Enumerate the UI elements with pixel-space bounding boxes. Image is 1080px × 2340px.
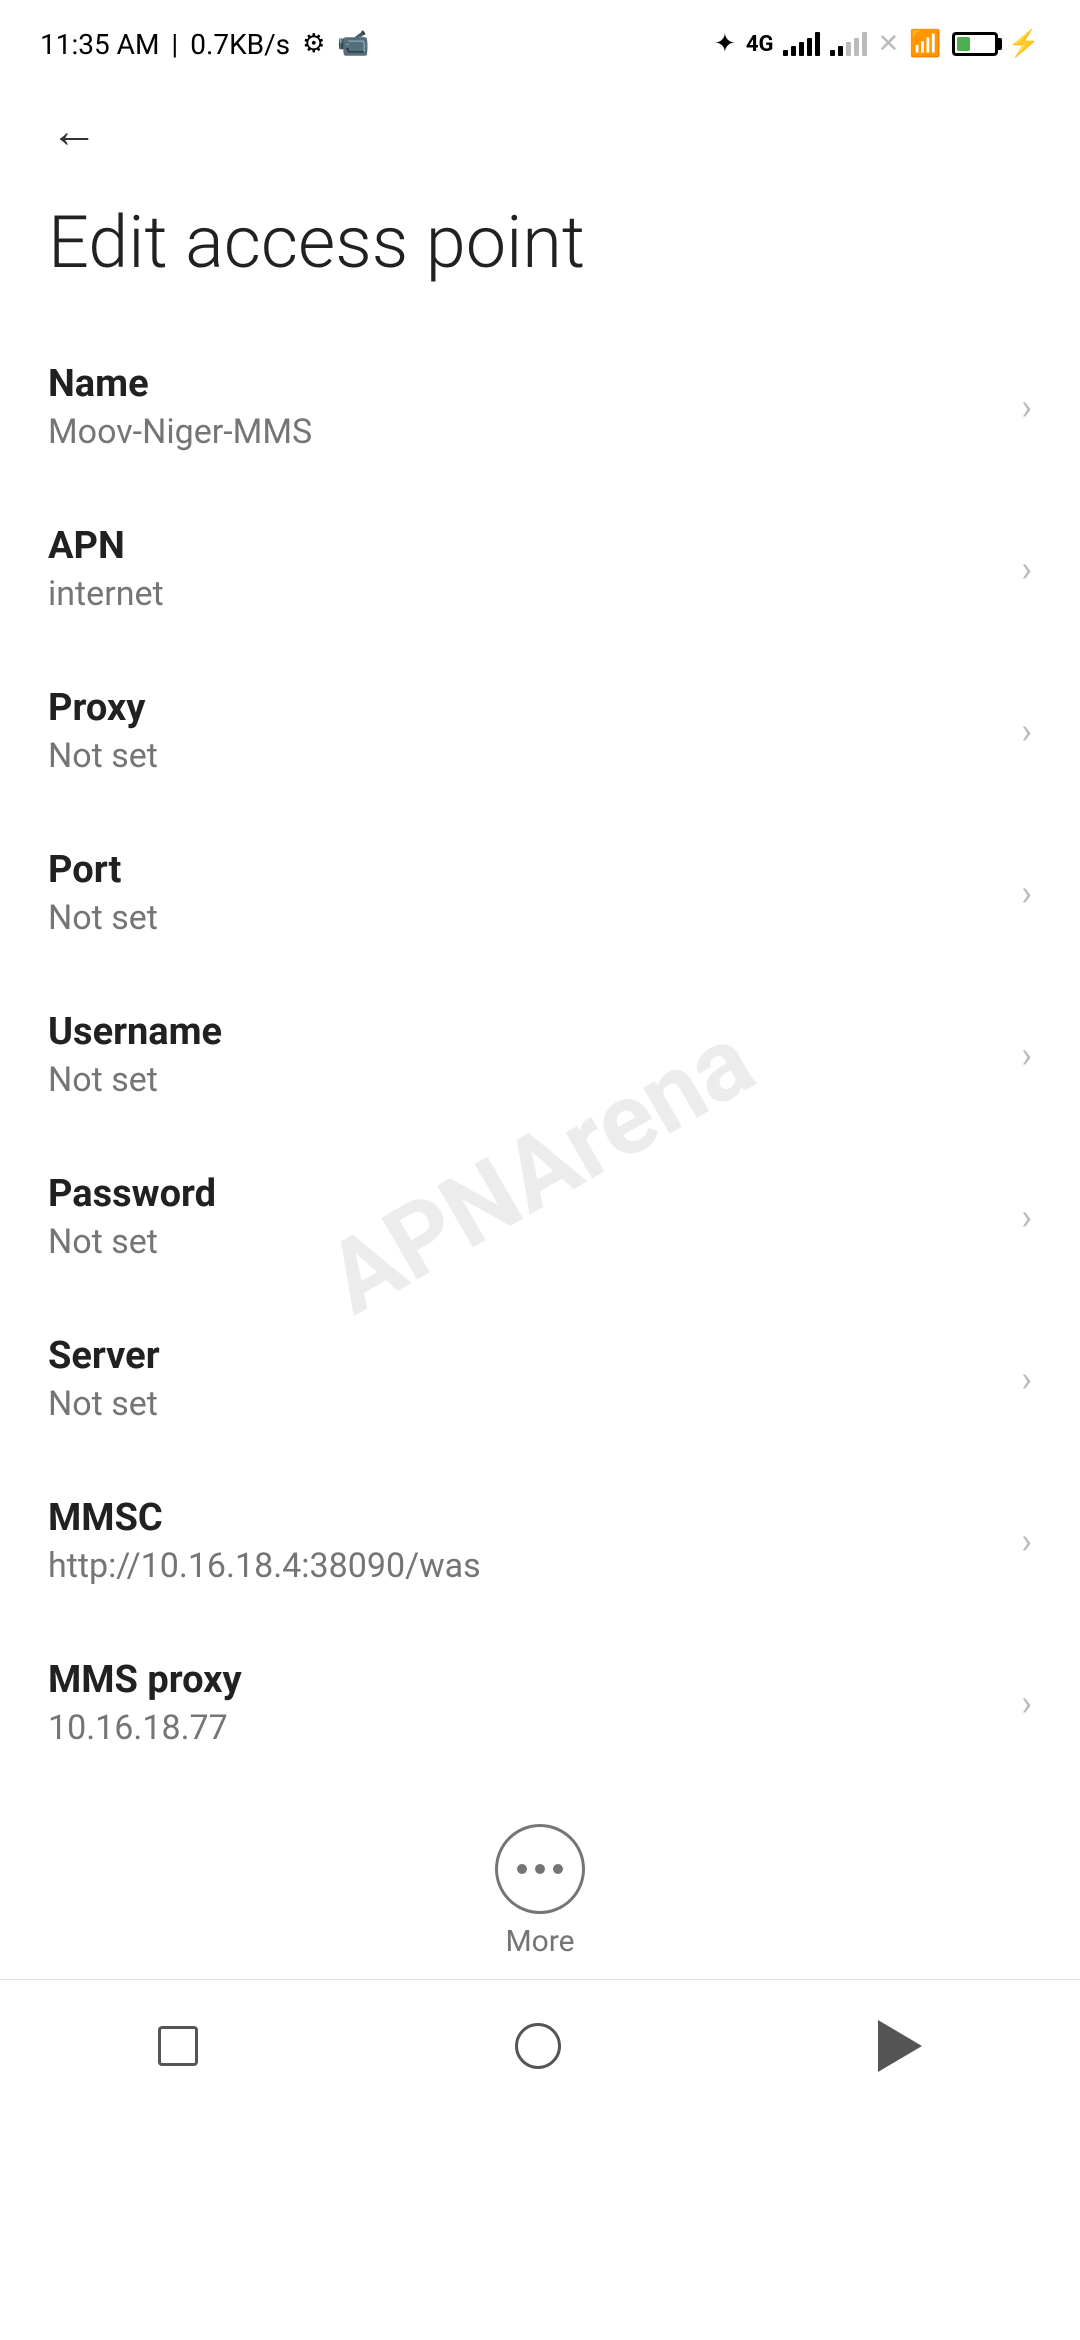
more-section: More: [0, 1784, 1080, 1979]
settings-item-port[interactable]: Port Not set ›: [0, 812, 1080, 974]
chevron-icon-password: ›: [1021, 1196, 1032, 1238]
settings-item-content-mms-proxy: MMS proxy 10.16.18.77: [48, 1658, 1001, 1748]
home-icon: [515, 2023, 561, 2069]
dot-2: [535, 1864, 545, 1874]
page-title: Edit access point: [0, 180, 1080, 326]
chevron-icon-mms-proxy: ›: [1021, 1682, 1032, 1724]
bluetooth-icon: ✦: [714, 29, 736, 59]
status-bar: 11:35 AM | 0.7KB/s ⚙ 📹 ✦ 4G ✕ 📶 ⚡: [0, 0, 1080, 80]
more-label: More: [505, 1924, 574, 1959]
settings-item-content-port: Port Not set: [48, 848, 1001, 938]
nav-back-button[interactable]: [838, 2010, 962, 2082]
nav-recent-button[interactable]: [118, 2016, 238, 2076]
chevron-icon-username: ›: [1021, 1034, 1032, 1076]
chevron-icon-server: ›: [1021, 1358, 1032, 1400]
toolbar: ←: [0, 80, 1080, 180]
no-signal-icon: ✕: [877, 29, 899, 59]
settings-item-content-apn: APN internet: [48, 524, 1001, 614]
settings-item-label-port: Port: [48, 848, 1001, 892]
back-arrow-icon: ←: [50, 102, 98, 159]
settings-item-content-name: Name Moov-Niger-MMS: [48, 362, 1001, 452]
back-button[interactable]: ←: [40, 92, 108, 169]
settings-item-content-username: Username Not set: [48, 1010, 1001, 1100]
settings-item-value-password: Not set: [48, 1222, 1001, 1262]
separator: |: [171, 28, 178, 61]
network-speed: 0.7KB/s: [190, 28, 290, 61]
time: 11:35 AM: [40, 28, 159, 61]
back-icon: [878, 2020, 922, 2072]
settings-item-password[interactable]: Password Not set ›: [0, 1136, 1080, 1298]
settings-item-label-server: Server: [48, 1334, 1001, 1378]
settings-item-name[interactable]: Name Moov-Niger-MMS ›: [0, 326, 1080, 488]
settings-item-content-password: Password Not set: [48, 1172, 1001, 1262]
settings-item-label-username: Username: [48, 1010, 1001, 1054]
settings-item-label-password: Password: [48, 1172, 1001, 1216]
chevron-icon-apn: ›: [1021, 548, 1032, 590]
chevron-icon-name: ›: [1021, 386, 1032, 428]
settings-item-value-username: Not set: [48, 1060, 1001, 1100]
settings-item-label-mmsc: MMSC: [48, 1496, 1001, 1540]
settings-item-value-proxy: Not set: [48, 736, 1001, 776]
settings-item-server[interactable]: Server Not set ›: [0, 1298, 1080, 1460]
settings-item-mms-proxy[interactable]: MMS proxy 10.16.18.77 ›: [0, 1622, 1080, 1784]
video-icon: 📹: [337, 29, 369, 59]
settings-item-value-server: Not set: [48, 1384, 1001, 1424]
settings-item-value-mms-proxy: 10.16.18.77: [48, 1708, 1001, 1748]
settings-item-value-mmsc: http://10.16.18.4:38090/was: [48, 1546, 1001, 1586]
nav-home-button[interactable]: [475, 2013, 601, 2079]
settings-list: Name Moov-Niger-MMS › APN internet › Pro…: [0, 326, 1080, 1784]
network-4g-label: 4G: [746, 32, 774, 57]
nav-bar: [0, 1979, 1080, 2132]
settings-item-value-apn: internet: [48, 574, 1001, 614]
bolt-icon: ⚡: [1008, 29, 1040, 59]
settings-item-content-mmsc: MMSC http://10.16.18.4:38090/was: [48, 1496, 1001, 1586]
dot-3: [553, 1864, 563, 1874]
chevron-icon-proxy: ›: [1021, 710, 1032, 752]
settings-item-label-mms-proxy: MMS proxy: [48, 1658, 1001, 1702]
recent-apps-icon: [158, 2026, 198, 2066]
settings-item-value-name: Moov-Niger-MMS: [48, 412, 1001, 452]
settings-item-content-proxy: Proxy Not set: [48, 686, 1001, 776]
more-icon: [495, 1824, 585, 1914]
signal-bars-1: [783, 32, 820, 56]
settings-item-label-apn: APN: [48, 524, 1001, 568]
more-button[interactable]: More: [495, 1824, 585, 1959]
wifi-icon: 📶: [909, 29, 941, 59]
status-right: ✦ 4G ✕ 📶 ⚡: [714, 29, 1040, 59]
more-dots: [517, 1864, 563, 1874]
battery: [952, 32, 998, 56]
dot-1: [517, 1864, 527, 1874]
settings-item-label-name: Name: [48, 362, 1001, 406]
settings-item-content-server: Server Not set: [48, 1334, 1001, 1424]
signal-bars-2: [830, 32, 867, 56]
settings-item-username[interactable]: Username Not set ›: [0, 974, 1080, 1136]
settings-item-label-proxy: Proxy: [48, 686, 1001, 730]
settings-icon: ⚙: [302, 29, 325, 59]
status-left: 11:35 AM | 0.7KB/s ⚙ 📹: [40, 28, 370, 61]
settings-item-proxy[interactable]: Proxy Not set ›: [0, 650, 1080, 812]
settings-item-value-port: Not set: [48, 898, 1001, 938]
settings-item-mmsc[interactable]: MMSC http://10.16.18.4:38090/was ›: [0, 1460, 1080, 1622]
settings-item-apn[interactable]: APN internet ›: [0, 488, 1080, 650]
chevron-icon-mmsc: ›: [1021, 1520, 1032, 1562]
chevron-icon-port: ›: [1021, 872, 1032, 914]
